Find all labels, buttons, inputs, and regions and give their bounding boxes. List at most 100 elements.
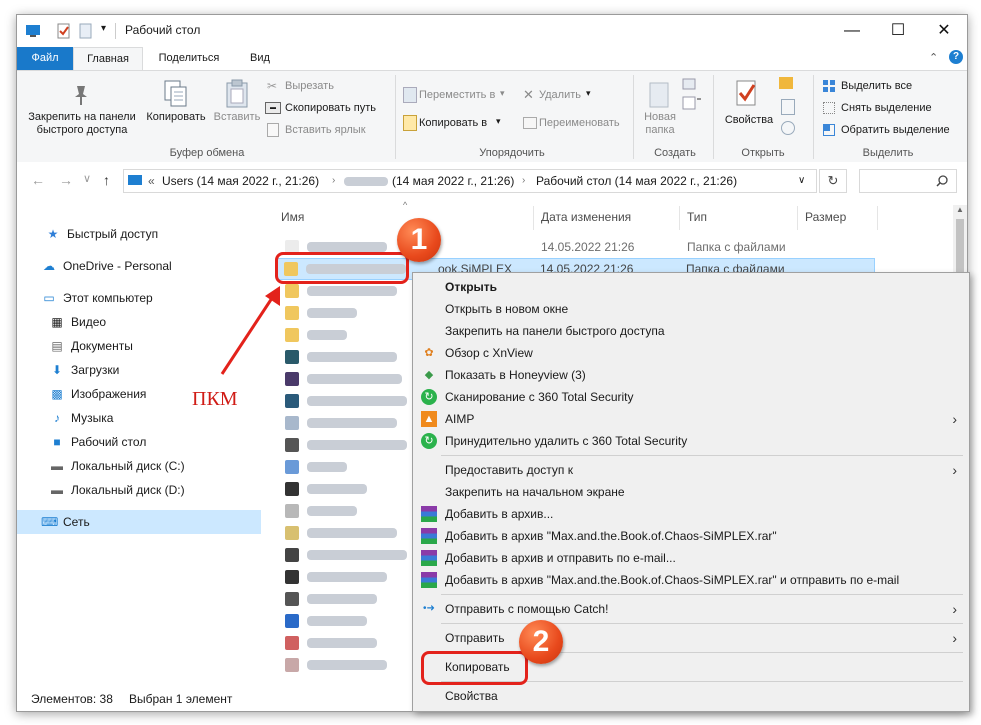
- search-input[interactable]: [859, 169, 957, 193]
- back-arrow-icon[interactable]: ←: [31, 172, 45, 188]
- copy-path-button[interactable]: Скопировать путь: [285, 102, 376, 114]
- nav-label: Видео: [71, 315, 107, 329]
- address-box[interactable]: « Users (14 мая 2022 г., 21:26) › (14 ма…: [123, 169, 817, 193]
- menu-item-pin-quick-access[interactable]: Закрепить на панели быстрого доступа: [413, 320, 967, 342]
- breadcrumb-separator-icon[interactable]: ›: [522, 170, 525, 192]
- collapse-ribbon-icon[interactable]: ⌃: [929, 51, 938, 64]
- step-2-badge: 2: [519, 620, 563, 664]
- breadcrumb-overflow-icon[interactable]: «: [148, 170, 155, 192]
- menu-item-360-delete[interactable]: ↻ Принудительно удалить с 360 Total Secur…: [413, 430, 967, 452]
- quick-access-toolbar-chevron-icon[interactable]: ▾: [101, 23, 106, 34]
- delete-button[interactable]: Удалить: [539, 89, 581, 101]
- menu-item-add-archive[interactable]: Добавить в архив...: [413, 503, 967, 525]
- scrollbar-thumb[interactable]: [956, 219, 964, 279]
- blurred-file-name: [307, 242, 387, 252]
- menu-item-aimp[interactable]: ▲ AIMP ›: [413, 408, 967, 430]
- forward-arrow-icon[interactable]: →: [59, 172, 73, 188]
- breadcrumb-blurred-user[interactable]: [344, 177, 388, 186]
- properties-quick-icon[interactable]: [57, 23, 71, 39]
- paste-shortcut-icon: [267, 123, 279, 137]
- blurred-file-name: [307, 374, 402, 384]
- scroll-up-icon[interactable]: ▲: [956, 205, 964, 214]
- refresh-button[interactable]: ↻: [819, 169, 847, 193]
- menu-item-archive-email[interactable]: Добавить в архив и отправить по e-mail..…: [413, 547, 967, 569]
- column-name[interactable]: Имя: [281, 210, 304, 224]
- sort-ascending-icon[interactable]: ^: [403, 200, 407, 210]
- menu-item-label: Сканирование с 360 Total Security: [445, 390, 634, 404]
- copy-to-button[interactable]: Копировать в: [419, 117, 487, 129]
- new-folder-button[interactable]: Новая папка: [635, 111, 685, 137]
- minimize-button[interactable]: —: [829, 15, 875, 47]
- help-icon[interactable]: ?: [949, 50, 963, 64]
- 360-security-icon: ↻: [421, 389, 437, 405]
- nav-network[interactable]: ⌨ Сеть: [17, 510, 261, 534]
- copy-icon: [164, 80, 187, 107]
- menu-item-label: Показать в Honeyview (3): [445, 368, 586, 382]
- menu-item-honeyview[interactable]: ◆ Показать в Honeyview (3): [413, 364, 967, 386]
- pin-quick-access-button[interactable]: Закрепить на панели быстрого доступа: [21, 111, 143, 137]
- new-folder-quick-icon[interactable]: [79, 23, 93, 39]
- menu-item-send-to[interactable]: Отправить ›: [413, 627, 967, 649]
- tab-view[interactable]: Вид: [235, 47, 285, 70]
- select-all-button[interactable]: Выделить все: [841, 80, 912, 92]
- nav-desktop[interactable]: ■ Рабочий стол: [17, 430, 261, 454]
- tab-home[interactable]: Главная: [73, 47, 143, 70]
- properties-ribbon-button[interactable]: Свойства: [719, 114, 779, 127]
- menu-item-properties[interactable]: Свойства: [413, 685, 967, 707]
- paste-ribbon-button[interactable]: Вставить: [211, 111, 263, 124]
- ribbon-separator: [813, 75, 814, 159]
- menu-item-xnview[interactable]: ✿ Обзор с XnView: [413, 342, 967, 364]
- menu-item-360-scan[interactable]: ↻ Сканирование с 360 Total Security: [413, 386, 967, 408]
- menu-item-open-new-window[interactable]: Открыть в новом окне: [413, 298, 967, 320]
- move-to-chevron-icon[interactable]: ▾: [500, 88, 505, 99]
- menu-item-add-archive-named[interactable]: Добавить в архив "Max.and.the.Book.of.Ch…: [413, 525, 967, 547]
- video-icon: ▦: [51, 315, 63, 329]
- clipboard-group-label: Буфер обмена: [169, 147, 245, 159]
- app-icon: [285, 394, 299, 408]
- nav-quick-access[interactable]: ★ Быстрый доступ: [17, 222, 261, 246]
- breadcrumb-user-date[interactable]: (14 мая 2022 г., 21:26): [392, 170, 514, 192]
- up-arrow-icon[interactable]: ↑: [103, 172, 110, 188]
- recent-locations-chevron-icon[interactable]: ∨: [83, 172, 91, 185]
- tab-file[interactable]: Файл: [17, 47, 73, 70]
- breadcrumb-separator-icon[interactable]: ›: [332, 170, 335, 192]
- delete-chevron-icon[interactable]: ▾: [586, 88, 591, 99]
- rename-button[interactable]: Переименовать: [539, 117, 620, 129]
- tab-share[interactable]: Поделиться: [147, 47, 231, 70]
- menu-item-archive-named-email[interactable]: Добавить в архив "Max.and.the.Book.of.Ch…: [413, 569, 967, 591]
- breadcrumb-users[interactable]: Users (14 мая 2022 г., 21:26): [162, 170, 319, 192]
- winrar-icon: [421, 572, 437, 588]
- nav-onedrive[interactable]: ☁ OneDrive - Personal: [17, 254, 261, 278]
- close-button[interactable]: ✕: [921, 15, 967, 47]
- network-icon: ⌨: [41, 515, 59, 529]
- history-icon[interactable]: [781, 121, 795, 135]
- edit-icon[interactable]: [781, 99, 795, 115]
- title-bar: ▾ Рабочий стол — ☐ ✕: [17, 15, 967, 47]
- move-to-button[interactable]: Переместить в: [419, 89, 495, 101]
- menu-item-label: Обзор с XnView: [445, 346, 533, 360]
- pin-button-label-2: быстрого доступа: [36, 124, 128, 136]
- address-dropdown-icon[interactable]: ∨: [798, 170, 805, 192]
- menu-item-share-with[interactable]: Предоставить доступ к ›: [413, 459, 967, 481]
- blurred-file-name: [307, 638, 377, 648]
- select-none-button[interactable]: Снять выделение: [841, 102, 932, 114]
- nav-drive-d[interactable]: ▬ Локальный диск (D:): [17, 478, 261, 502]
- blurred-file-name: [307, 462, 347, 472]
- copy-ribbon-button[interactable]: Копировать: [143, 111, 209, 124]
- breadcrumb-desktop[interactable]: Рабочий стол (14 мая 2022 г., 21:26): [536, 170, 737, 192]
- menu-item-pin-start[interactable]: Закрепить на начальном экране: [413, 481, 967, 503]
- paste-shortcut-button[interactable]: Вставить ярлык: [285, 124, 366, 136]
- column-type[interactable]: Тип: [687, 210, 707, 224]
- blurred-file-name: [307, 286, 397, 296]
- invert-selection-button[interactable]: Обратить выделение: [841, 124, 950, 136]
- menu-item-open[interactable]: Открыть: [413, 276, 967, 298]
- open-icon[interactable]: [779, 77, 793, 89]
- column-date[interactable]: Дата изменения: [541, 210, 631, 224]
- nav-drive-c[interactable]: ▬ Локальный диск (C:): [17, 454, 261, 478]
- column-size[interactable]: Размер: [805, 210, 846, 224]
- cut-button[interactable]: Вырезать: [285, 80, 334, 92]
- copy-to-chevron-icon[interactable]: ▾: [496, 116, 501, 127]
- menu-item-catch[interactable]: •➜ Отправить с помощью Catch! ›: [413, 598, 967, 620]
- maximize-button[interactable]: ☐: [875, 15, 921, 47]
- menu-item-label: Добавить в архив "Max.and.the.Book.of.Ch…: [445, 529, 777, 543]
